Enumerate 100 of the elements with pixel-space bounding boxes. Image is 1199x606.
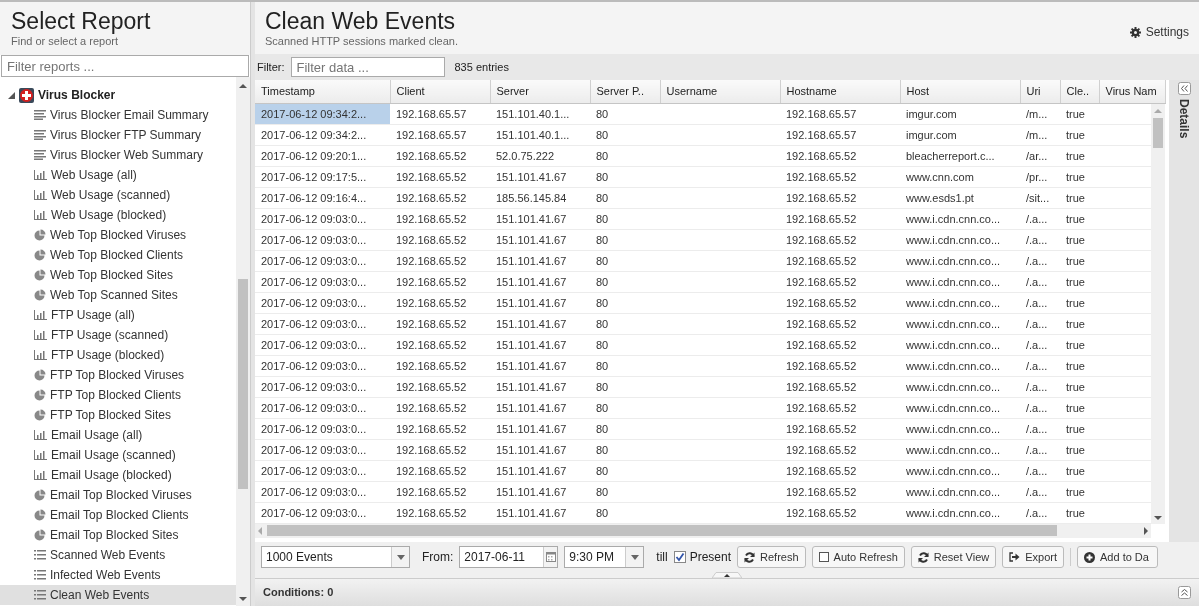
scrollbar-thumb[interactable] bbox=[238, 279, 248, 489]
table-cell: 2017-06-12 09:34:2... bbox=[255, 103, 390, 125]
column-header[interactable]: Username bbox=[660, 80, 780, 103]
report-item[interactable]: Email Top Blocked Clients bbox=[0, 505, 236, 525]
list-icon bbox=[34, 590, 46, 600]
scroll-down-icon[interactable] bbox=[239, 596, 247, 602]
table-cell: www.i.cdn.cnn.co... bbox=[900, 250, 1020, 272]
caret-down-icon[interactable] bbox=[396, 554, 405, 560]
table-cell: true bbox=[1060, 397, 1099, 419]
report-item[interactable]: Web Top Blocked Viruses bbox=[0, 225, 236, 245]
calendar-icon[interactable] bbox=[545, 552, 556, 562]
report-item[interactable]: Email Usage (blocked) bbox=[0, 465, 236, 485]
collapse-handle-icon[interactable] bbox=[712, 572, 742, 578]
date-field[interactable]: 2017-06-11 bbox=[459, 546, 559, 568]
column-header[interactable]: Host bbox=[900, 80, 1020, 103]
table-cell: 151.101.41.67 bbox=[490, 271, 590, 293]
table-cell: 80 bbox=[590, 187, 660, 209]
report-item[interactable]: Scanned Web Events bbox=[0, 545, 236, 565]
table-cell: 80 bbox=[590, 397, 660, 419]
table-cell: www.i.cdn.cnn.co... bbox=[900, 502, 1020, 524]
table-cell: 2017-06-12 09:03:0... bbox=[255, 208, 390, 230]
export-arrow-icon[interactable] bbox=[1009, 552, 1021, 562]
scroll-up-icon[interactable] bbox=[239, 83, 247, 89]
column-header[interactable]: Server P.. bbox=[590, 80, 660, 103]
table-cell: 2017-06-12 09:03:0... bbox=[255, 481, 390, 503]
scroll-down-icon[interactable] bbox=[1154, 514, 1162, 521]
report-item[interactable]: FTP Usage (scanned) bbox=[0, 325, 236, 345]
filter-reports-field[interactable]: Filter reports ... bbox=[1, 55, 249, 77]
table-cell: 192.168.65.52 bbox=[390, 313, 490, 335]
checked-box-icon[interactable] bbox=[673, 551, 686, 563]
report-item[interactable]: Virus Blocker Email Summary bbox=[0, 105, 236, 125]
table-cell: 2017-06-12 09:03:0... bbox=[255, 271, 390, 293]
report-item[interactable]: Virus Blocker Web Summary bbox=[0, 145, 236, 165]
report-item[interactable]: Email Usage (all) bbox=[0, 425, 236, 445]
table-cell: 192.168.65.52 bbox=[390, 271, 490, 293]
filter-data-field[interactable]: Filter data ... bbox=[290, 57, 445, 77]
collapse-left-icon[interactable] bbox=[1177, 82, 1191, 95]
table-cell: 192.168.65.52 bbox=[390, 334, 490, 356]
scrollbar-thumb[interactable] bbox=[267, 525, 1057, 536]
scroll-right-icon[interactable] bbox=[1143, 526, 1149, 535]
pie-chart-icon bbox=[34, 269, 46, 281]
expand-up-icon[interactable] bbox=[1178, 586, 1191, 599]
scrollbar-thumb[interactable] bbox=[1153, 117, 1163, 148]
report-item[interactable]: FTP Top Blocked Viruses bbox=[0, 365, 236, 385]
settings-button[interactable]: Settings bbox=[1129, 22, 1189, 42]
text-lines-icon bbox=[34, 110, 46, 120]
table-cell: 192.168.65.57 bbox=[390, 103, 490, 125]
report-item[interactable]: Email Top Blocked Viruses bbox=[0, 485, 236, 505]
table-cell: /.a... bbox=[1020, 229, 1060, 251]
refresh-icon[interactable] bbox=[917, 551, 929, 563]
report-item[interactable]: FTP Usage (blocked) bbox=[0, 345, 236, 365]
table-cell: 80 bbox=[590, 103, 660, 125]
tree-group-item[interactable]: Virus Blocker bbox=[0, 85, 236, 105]
table-cell: 80 bbox=[590, 460, 660, 482]
table-cell: 192.168.65.52 bbox=[780, 250, 900, 272]
settings-icon[interactable] bbox=[1129, 26, 1141, 38]
add-button[interactable]: Add to Da bbox=[1077, 546, 1158, 568]
vertical-scrollbar[interactable] bbox=[1151, 103, 1165, 524]
caret-down-icon[interactable] bbox=[630, 554, 639, 560]
auto-refresh-toggle[interactable]: Auto Refresh bbox=[811, 546, 905, 568]
table-cell: 2017-06-12 09:03:0... bbox=[255, 439, 390, 461]
report-item[interactable]: Web Top Blocked Clients bbox=[0, 245, 236, 265]
report-item[interactable]: FTP Usage (all) bbox=[0, 305, 236, 325]
plus-circle-icon[interactable] bbox=[1084, 551, 1095, 563]
export-button[interactable]: Export bbox=[1002, 546, 1064, 568]
table-cell: 192.168.65.52 bbox=[780, 292, 900, 314]
report-item[interactable]: FTP Top Blocked Clients bbox=[0, 385, 236, 405]
reset-button[interactable]: Reset View bbox=[910, 546, 997, 568]
report-item[interactable]: Email Top Blocked Sites bbox=[0, 525, 236, 545]
vertical-scrollbar[interactable] bbox=[236, 77, 250, 606]
refresh-button[interactable]: Refresh bbox=[737, 546, 806, 568]
report-item[interactable]: Virus Blocker FTP Summary bbox=[0, 125, 236, 145]
empty-box-icon[interactable] bbox=[818, 552, 829, 562]
table-cell: 192.168.65.52 bbox=[390, 418, 490, 440]
column-header[interactable]: Uri bbox=[1020, 80, 1060, 103]
table-cell: 151.101.40.1... bbox=[490, 124, 590, 146]
report-item[interactable]: Clean Web Events bbox=[0, 585, 236, 605]
report-item[interactable]: FTP Top Blocked Sites bbox=[0, 405, 236, 425]
report-item[interactable]: Web Usage (scanned) bbox=[0, 185, 236, 205]
present-checkbox[interactable]: Present bbox=[673, 548, 732, 566]
report-item[interactable]: Infected Web Events bbox=[0, 565, 236, 585]
column-header[interactable]: Hostname bbox=[780, 80, 900, 103]
report-item[interactable]: Web Usage (all) bbox=[0, 165, 236, 185]
table-cell: true bbox=[1060, 376, 1099, 398]
details-label[interactable]: Details bbox=[1175, 99, 1193, 139]
report-item[interactable]: Email Usage (scanned) bbox=[0, 445, 236, 465]
report-item[interactable]: Web Top Scanned Sites bbox=[0, 285, 236, 305]
table-cell: 192.168.65.52 bbox=[780, 397, 900, 419]
column-header[interactable]: Virus Nam bbox=[1099, 80, 1165, 103]
column-header[interactable]: Timestamp bbox=[255, 80, 390, 103]
table-cell: 2017-06-12 09:20:1... bbox=[255, 145, 390, 167]
column-header[interactable]: Client bbox=[390, 80, 490, 103]
refresh-icon[interactable] bbox=[744, 551, 756, 563]
report-item[interactable]: Web Top Blocked Sites bbox=[0, 265, 236, 285]
expanded-triangle-icon[interactable] bbox=[8, 91, 15, 99]
column-header[interactable]: Server bbox=[490, 80, 590, 103]
event-limit-dropdown[interactable]: 1000 Events bbox=[261, 546, 410, 568]
report-item[interactable]: Web Usage (blocked) bbox=[0, 205, 236, 225]
time-dropdown[interactable]: 9:30 PM bbox=[564, 546, 645, 568]
column-header[interactable]: Cle.. bbox=[1060, 80, 1099, 103]
